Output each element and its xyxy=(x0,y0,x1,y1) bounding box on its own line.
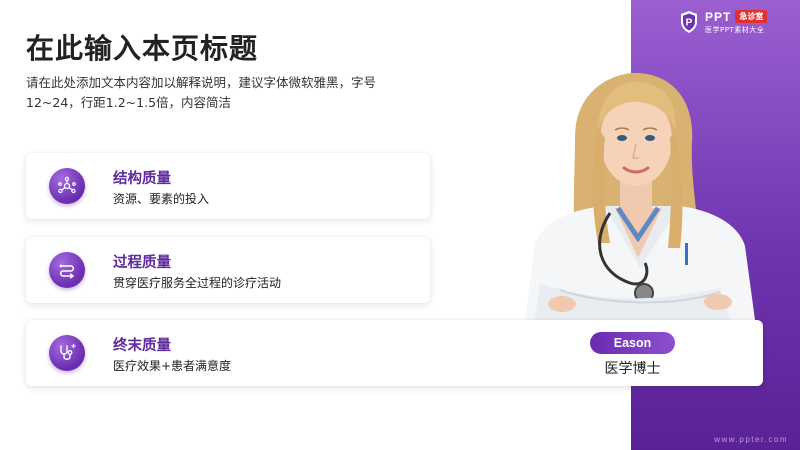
stethoscope-icon xyxy=(49,335,85,371)
svg-text:P: P xyxy=(686,18,693,29)
brand-logo[interactable]: P PPT 急诊室 医学PPT素材大全 xyxy=(679,8,768,36)
card-title: 结构质量 xyxy=(113,171,171,187)
card-title: 过程质量 xyxy=(113,255,171,271)
brand-subtitle: 医学PPT素材大全 xyxy=(705,25,765,34)
flow-icon xyxy=(49,252,85,288)
card-title: 终末质量 xyxy=(113,338,171,354)
quality-card-process[interactable]: 过程质量 贯穿医疗服务全过程的诊疗活动 xyxy=(26,237,430,303)
card-text: 资源、要素的投入 xyxy=(113,192,210,206)
person-name-badge: Eason xyxy=(590,332,675,354)
card-text: 医疗效果+患者满意度 xyxy=(113,359,232,373)
shield-logo-icon: P xyxy=(681,11,697,33)
person-role: 医学博士 xyxy=(604,361,661,377)
network-icon xyxy=(49,168,85,204)
card-text: 贯穿医疗服务全过程的诊疗活动 xyxy=(113,276,282,290)
page-description: 请在此处添加文本内容加以解释说明，建议字体微软雅黑，字号12~24，行距1.2~… xyxy=(26,75,377,110)
doctor-portrait xyxy=(525,73,755,320)
brand-name: PPT xyxy=(705,9,732,24)
brand-tag: 急诊室 xyxy=(735,10,768,23)
page-title: 在此输入本页标题 xyxy=(26,32,259,65)
website-url: www.ppter.com xyxy=(714,435,788,444)
quality-card-structure[interactable]: 结构质量 资源、要素的投入 xyxy=(26,153,430,219)
